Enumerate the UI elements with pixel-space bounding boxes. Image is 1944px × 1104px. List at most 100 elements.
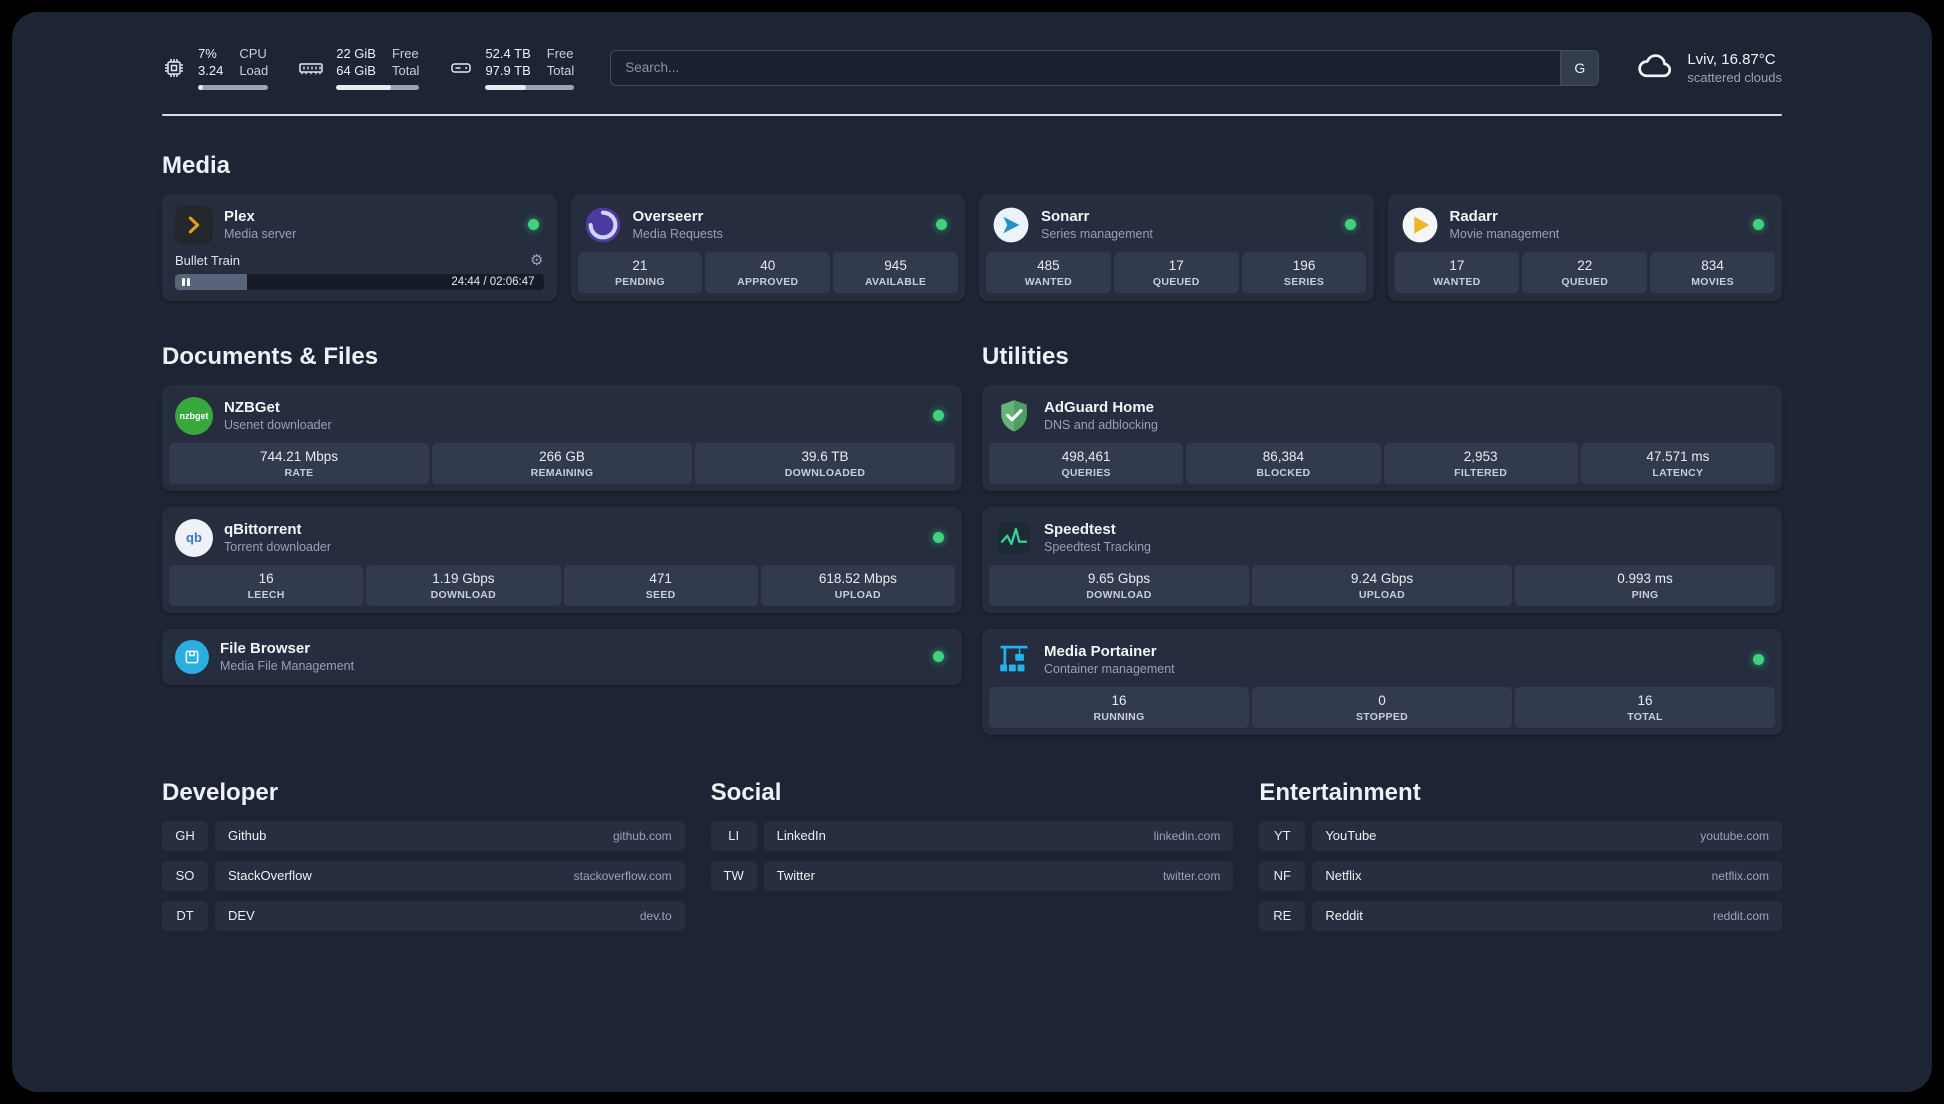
bookmark-reddit[interactable]: RE Reddit reddit.com: [1259, 900, 1782, 931]
search-input[interactable]: [611, 50, 1561, 85]
service-description: Speedtest Tracking: [1044, 540, 1152, 555]
stat-value: 618.52 Mbps: [818, 570, 897, 586]
memory-widget: 22 GiB 64 GiB Free Total: [298, 46, 420, 90]
service-card-plex[interactable]: Plex Media server Bullet Train ⚙ 24:44 /…: [162, 193, 557, 301]
bookmark-name: Github: [228, 828, 267, 844]
search-provider-button[interactable]: G: [1560, 50, 1599, 85]
bookmark-url: reddit.com: [1712, 908, 1769, 923]
stat-tile: 485 WANTED: [986, 251, 1111, 293]
stat-value: 498,461: [1061, 448, 1111, 464]
bookmark-twitter[interactable]: TW Twitter twitter.com: [710, 860, 1234, 891]
cpu-label: CPU: [239, 46, 267, 61]
service-card-nzbget[interactable]: nzbget NZBGet Usenet downloader 744.21 M…: [162, 384, 962, 491]
stat-value: 945: [884, 257, 907, 273]
stat-tile: 0 STOPPED: [1252, 686, 1512, 728]
memory-icon: [298, 56, 324, 80]
stat-label: MOVIES: [1691, 275, 1734, 288]
stat-value: 17: [1449, 257, 1465, 273]
disk-free-label: Free: [546, 46, 574, 61]
bookmark-github[interactable]: GH Github github.com: [162, 820, 685, 851]
service-description: Torrent downloader: [224, 540, 332, 555]
stat-value: 266 GB: [539, 448, 585, 464]
bookmark-linkedin[interactable]: LI LinkedIn linkedin.com: [710, 820, 1234, 851]
memory-total-label: Total: [391, 62, 420, 78]
stat-tile: 21 PENDING: [577, 251, 703, 293]
status-dot-online: [1753, 654, 1764, 666]
bookmark-abbr: GH: [162, 820, 208, 851]
status-dot-online: [527, 219, 539, 231]
bookmark-group-title: Entertainment: [1259, 778, 1421, 806]
stat-label: TOTAL: [1627, 710, 1663, 723]
stat-tile: 47.571 ms LATENCY: [1580, 442, 1775, 484]
bookmark-abbr: TW: [710, 860, 757, 891]
bookmark-url: stackoverflow.com: [573, 868, 672, 883]
stat-tile: 471 SEED: [563, 564, 758, 606]
stat-value: 16: [1637, 692, 1653, 708]
service-name: NZBGet: [224, 399, 280, 417]
stat-label: BLOCKED: [1256, 466, 1311, 479]
service-card-radarr[interactable]: Radarr Movie management 17 WANTED 22 QUE…: [1387, 193, 1782, 301]
service-card-qbittorrent[interactable]: qb qBittorrent Torrent downloader 16 LEE…: [162, 506, 962, 613]
bookmark-group-title: Developer: [162, 778, 279, 806]
bookmark-abbr: LI: [710, 820, 757, 851]
stat-tile: 945 AVAILABLE: [833, 251, 958, 293]
section-title-media: Media: [162, 151, 231, 179]
stat-label: REMAINING: [530, 466, 594, 479]
service-card-sonarr[interactable]: Sonarr Series management 485 WANTED 17 Q…: [979, 193, 1374, 301]
overseerr-icon: [584, 206, 622, 244]
playback-progress-bar[interactable]: 24:44 / 02:06:47: [175, 273, 544, 290]
stat-label: SERIES: [1283, 275, 1325, 288]
service-card-overseerr[interactable]: Overseerr Media Requests 21 PENDING 40 A…: [570, 193, 965, 301]
service-name: Sonarr: [1041, 208, 1090, 226]
cpu-load-label: Load: [239, 62, 269, 78]
stat-label: LEECH: [247, 588, 285, 601]
topbar-divider: [162, 113, 1782, 116]
bookmark-stackoverflow[interactable]: SO StackOverflow stackoverflow.com: [162, 860, 685, 891]
plex-now-playing: Bullet Train ⚙ 24:44 / 02:06:47: [169, 252, 550, 294]
dashboard-window: 7% 3.24 CPU Load 22 GiB 64 GiB Free Tota…: [12, 12, 1932, 1092]
settings-gear-icon[interactable]: ⚙: [530, 253, 543, 268]
service-name: qBittorrent: [224, 521, 302, 539]
bookmark-abbr: YT: [1259, 820, 1306, 851]
stat-value: 86,384: [1262, 448, 1305, 464]
search-bar[interactable]: G: [610, 49, 1600, 86]
pause-icon[interactable]: [182, 277, 190, 286]
qbittorrent-icon: qb: [175, 518, 213, 557]
adguard-icon: [995, 397, 1033, 435]
disk-free-value: 52.4 TB: [485, 46, 531, 61]
service-card-speedtest[interactable]: Speedtest Speedtest Tracking 9.65 Gbps D…: [982, 506, 1782, 613]
stat-tile: 1.19 Gbps DOWNLOAD: [366, 564, 561, 606]
speedtest-icon: [995, 519, 1033, 557]
stat-value: 17: [1168, 257, 1184, 273]
stat-value: 22: [1577, 257, 1593, 273]
stat-tile: 17 WANTED: [1394, 251, 1520, 293]
service-card-adguard[interactable]: AdGuard Home DNS and adblocking 498,461 …: [982, 384, 1782, 491]
service-name: Radarr: [1449, 208, 1498, 226]
disk-total-label: Total: [546, 62, 575, 78]
stat-label: QUEUED: [1152, 275, 1200, 288]
cpu-progress-fill: [198, 84, 203, 90]
service-description: Container management: [1044, 662, 1175, 677]
bookmark-youtube[interactable]: YT YouTube youtube.com: [1259, 820, 1782, 851]
stat-tile: 39.6 TB DOWNLOADED: [695, 442, 955, 484]
stat-label: WANTED: [1433, 275, 1481, 288]
service-card-filebrowser[interactable]: File Browser Media File Management: [162, 628, 962, 685]
service-description: Usenet downloader: [224, 418, 332, 433]
bookmark-netflix[interactable]: NF Netflix netflix.com: [1259, 860, 1782, 891]
nzbget-icon: nzbget: [175, 396, 213, 435]
service-name: Overseerr: [632, 208, 704, 226]
bookmark-dev[interactable]: DT DEV dev.to: [162, 900, 685, 931]
bookmark-name: Netflix: [1325, 868, 1362, 884]
service-description: Series management: [1041, 227, 1153, 242]
bookmark-name: DEV: [228, 908, 255, 924]
bookmark-url: youtube.com: [1700, 828, 1769, 843]
status-dot-online: [933, 532, 944, 544]
service-card-portainer[interactable]: Media Portainer Container management 16 …: [982, 628, 1782, 735]
bookmark-url: twitter.com: [1162, 868, 1221, 883]
cpu-usage-value: 7%: [198, 46, 217, 61]
bookmark-name: Reddit: [1325, 908, 1363, 924]
service-description: Media server: [224, 227, 297, 242]
documents-column: Documents & Files nzbget NZBGet Usenet d…: [162, 307, 962, 735]
stat-value: 834: [1701, 257, 1724, 273]
portainer-icon: [995, 641, 1033, 679]
